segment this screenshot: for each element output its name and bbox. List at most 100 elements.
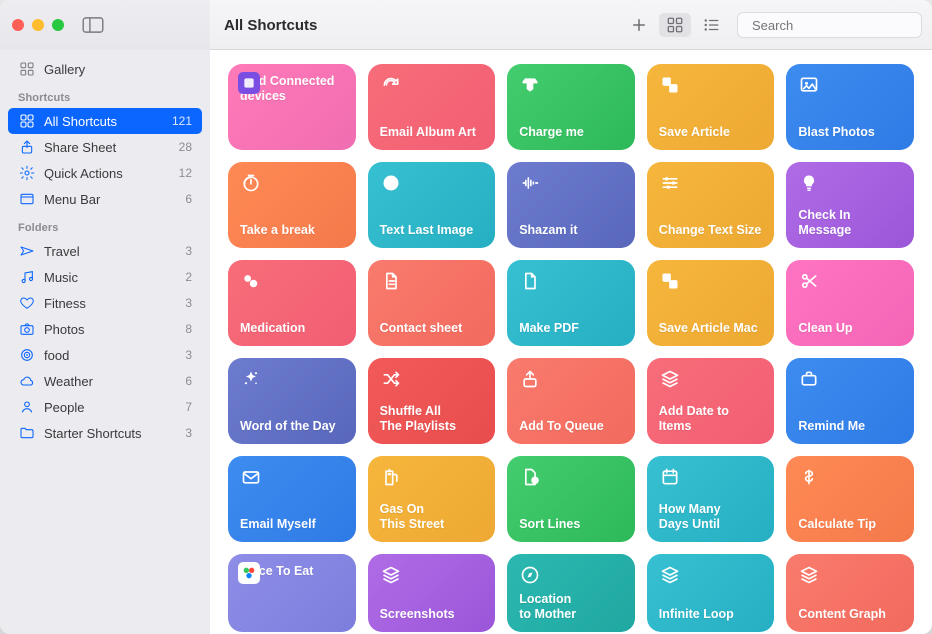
shortcut-name: Change Text Size	[659, 223, 763, 238]
music-icon	[18, 268, 36, 286]
battery-icon	[519, 74, 541, 96]
sidebar-item-fitness[interactable]: Fitness3	[8, 290, 202, 316]
sidebar-item-count: 3	[174, 244, 192, 258]
sidebar-item-weather[interactable]: Weather6	[8, 368, 202, 394]
titlebar: All Shortcuts	[0, 0, 932, 50]
sidebar-item-label: Starter Shortcuts	[44, 426, 166, 441]
shortcut-name: Locationto Mother	[519, 592, 623, 622]
shortcut-card[interactable]: Locationto Mother	[507, 554, 635, 632]
sidebar-item-label: Fitness	[44, 296, 166, 311]
shortcut-card[interactable]: A文Save Article	[647, 64, 775, 150]
sidebar-item-count: 6	[174, 374, 192, 388]
folder-icon	[18, 424, 36, 442]
shortcut-name: Content Graph	[798, 607, 902, 622]
sidebar-gallery[interactable]: Gallery	[8, 56, 202, 82]
shortcut-card[interactable]: Shuffle AllThe Playlists	[368, 358, 496, 444]
plane-icon	[18, 242, 36, 260]
list-view-button[interactable]	[695, 13, 727, 37]
sidebar-item-menu-bar[interactable]: Menu Bar6	[8, 186, 202, 212]
bulb-icon	[798, 172, 820, 194]
sidebar-item-count: 2	[174, 270, 192, 284]
shortcut-card[interactable]: How ManyDays Until	[647, 456, 775, 542]
shortcut-card[interactable]: Make PDF	[507, 260, 635, 346]
shortcut-card[interactable]: Add Date to Items	[647, 358, 775, 444]
shortcut-card[interactable]: Take a break	[228, 162, 356, 248]
app-badge-icon	[238, 72, 260, 94]
svg-text:文: 文	[671, 281, 677, 289]
shortcut-name: Word of the Day	[240, 419, 344, 434]
grid-view-button[interactable]	[659, 13, 691, 37]
plus-icon	[630, 16, 648, 34]
sidebar-icon	[82, 17, 104, 33]
shortcut-card[interactable]: Text Last Image	[368, 162, 496, 248]
shortcut-name: Shuffle AllThe Playlists	[380, 404, 484, 434]
shortcut-name: How ManyDays Until	[659, 502, 763, 532]
titlebar-right: All Shortcuts	[210, 0, 932, 50]
sliders-icon	[659, 172, 681, 194]
shortcut-name: Make PDF	[519, 321, 623, 336]
sidebar-item-label: Menu Bar	[44, 192, 166, 207]
sidebar-item-travel[interactable]: Travel3	[8, 238, 202, 264]
sidebar-item-share-sheet[interactable]: Share Sheet28	[8, 134, 202, 160]
close-window-button[interactable]	[12, 19, 24, 31]
shortcut-card[interactable]: Change Text Size	[647, 162, 775, 248]
shortcut-card[interactable]: Medication	[228, 260, 356, 346]
sidebar-item-label: All Shortcuts	[44, 114, 164, 129]
shortcut-name: Clean Up	[798, 321, 902, 336]
shortcut-card[interactable]: Shazam it	[507, 162, 635, 248]
sidebar-item-count: 7	[174, 400, 192, 414]
shortcut-card[interactable]: Email Myself	[228, 456, 356, 542]
sidebar-item-all-shortcuts[interactable]: All Shortcuts121	[8, 108, 202, 134]
app-window: All Shortcuts Gallery Shortcuts All Shor…	[0, 0, 932, 634]
shortcut-name: Shazam it	[519, 223, 623, 238]
shortcut-card[interactable]: Word of the Day	[228, 358, 356, 444]
add-shortcut-button[interactable]	[623, 13, 655, 37]
sidebar-item-count: 28	[174, 140, 192, 154]
shortcut-card[interactable]: A文Save Article Mac	[647, 260, 775, 346]
zoom-window-button[interactable]	[52, 19, 64, 31]
shortcut-card[interactable]: Add To Queue	[507, 358, 635, 444]
sidebar-item-photos[interactable]: Photos 8	[8, 316, 202, 342]
shortcut-card[interactable]: Content Graph	[786, 554, 914, 632]
shortcut-name: Gas OnThis Street	[380, 502, 484, 532]
shortcut-card[interactable]: Clean Up	[786, 260, 914, 346]
shortcut-card[interactable]: Screenshots	[368, 554, 496, 632]
shortcut-card[interactable]: Charge me	[507, 64, 635, 150]
waveform-icon	[519, 172, 541, 194]
search-input[interactable]	[752, 18, 928, 33]
sidebar-item-label: Photos	[44, 322, 166, 337]
minimize-window-button[interactable]	[32, 19, 44, 31]
redo-icon	[380, 74, 402, 96]
sidebar-item-count: 3	[174, 348, 192, 362]
shortcut-name: Check InMessage	[798, 208, 902, 238]
shortcut-card[interactable]: Calculate Tip	[786, 456, 914, 542]
sidebar-toggle-button[interactable]	[82, 17, 104, 33]
docplay-icon	[519, 466, 541, 488]
calendar-icon	[659, 466, 681, 488]
shortcut-card[interactable]: Check InMessage	[786, 162, 914, 248]
shortcut-card[interactable]: Email Album Art	[368, 64, 496, 150]
shortcut-name: Save Article	[659, 125, 763, 140]
shortcut-card[interactable]: Blast Photos	[786, 64, 914, 150]
shortcut-card[interactable]: Find Connecteddevices	[228, 64, 356, 150]
shortcut-card[interactable]: Remind Me	[786, 358, 914, 444]
shortcut-card[interactable]: Gas OnThis Street	[368, 456, 496, 542]
docfold-icon	[519, 270, 541, 292]
layers-icon	[380, 564, 402, 586]
cloud-icon	[18, 372, 36, 390]
shortcut-card[interactable]: Sort Lines	[507, 456, 635, 542]
sidebar-item-count: 8	[174, 322, 192, 336]
shortcut-card[interactable]: Contact sheet	[368, 260, 496, 346]
sidebar-item-people[interactable]: People7	[8, 394, 202, 420]
shortcut-name: Text Last Image	[380, 223, 484, 238]
shortcut-card[interactable]: Place To Eat	[228, 554, 356, 632]
sidebar-item-food[interactable]: food3	[8, 342, 202, 368]
shortcut-name: Infinite Loop	[659, 607, 763, 622]
sidebar-item-quick-actions[interactable]: Quick Actions12	[8, 160, 202, 186]
shortcut-card[interactable]: Infinite Loop	[647, 554, 775, 632]
sidebar-item-starter-shortcuts[interactable]: Starter Shortcuts3	[8, 420, 202, 446]
sidebar-item-music[interactable]: Music2	[8, 264, 202, 290]
search-field[interactable]	[737, 12, 922, 38]
window-title: All Shortcuts	[224, 17, 317, 34]
shortcut-name: Blast Photos	[798, 125, 902, 140]
